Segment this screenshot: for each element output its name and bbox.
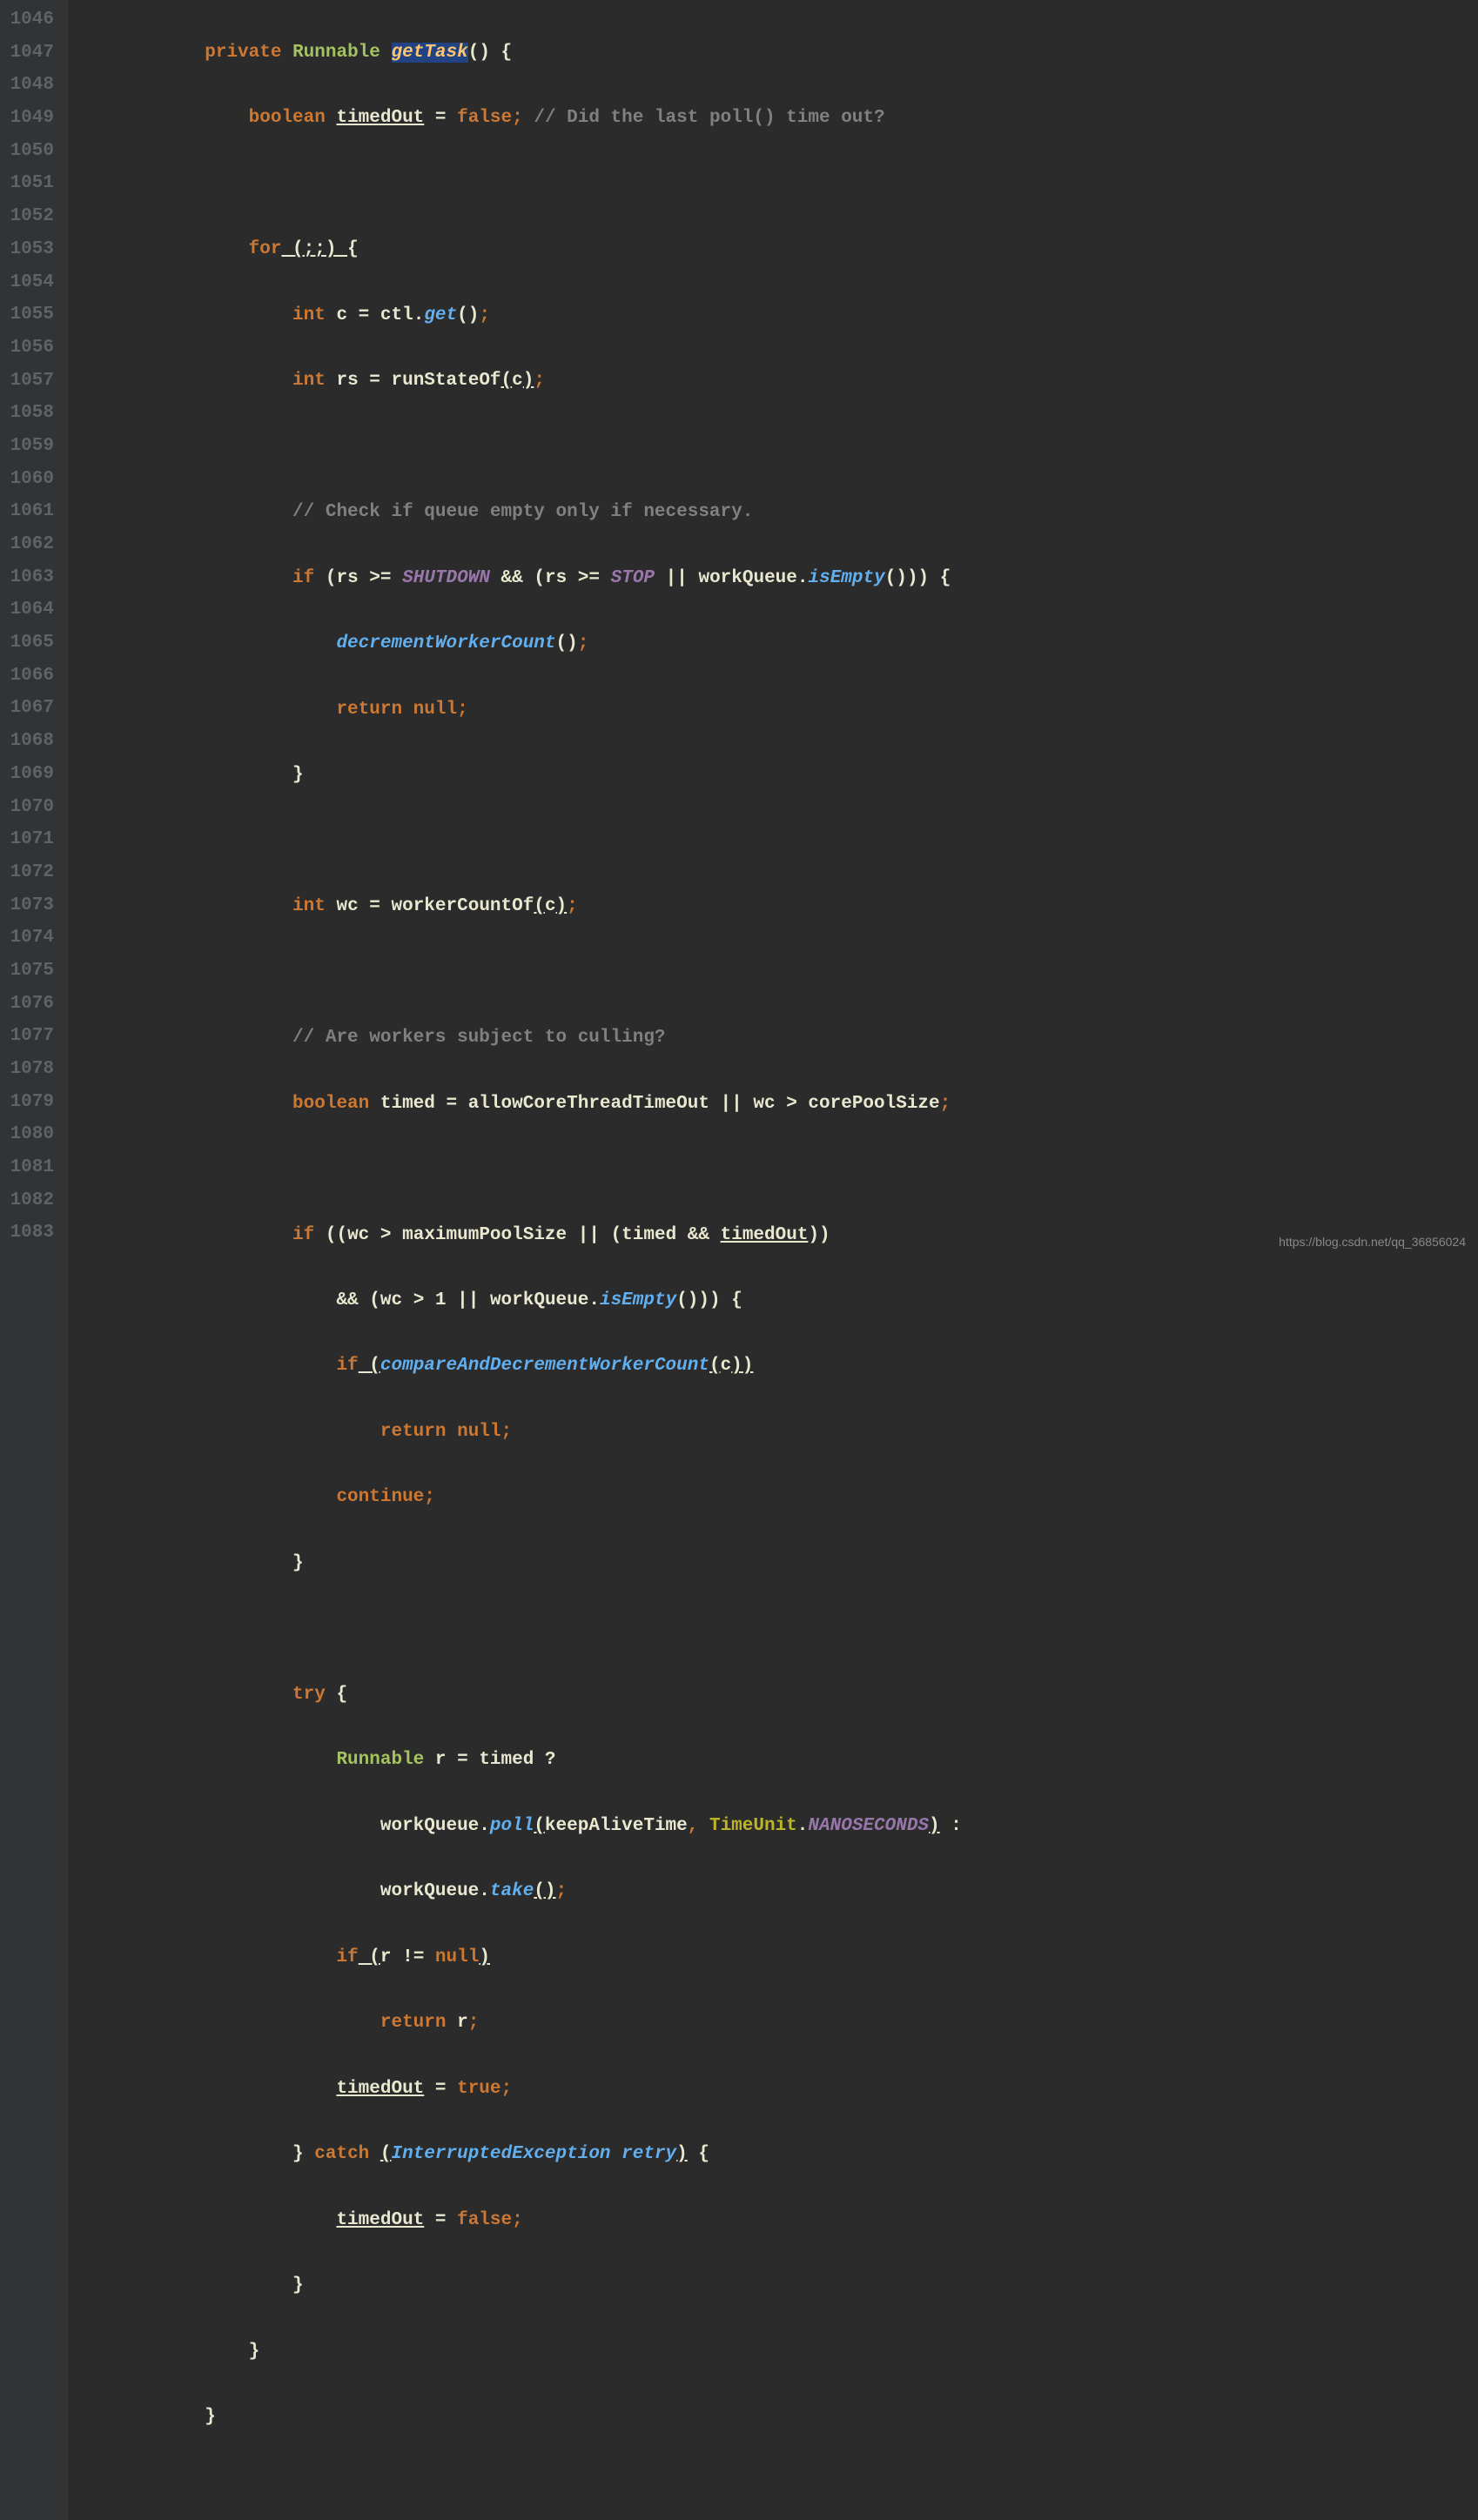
line-number: 1062 [7,528,54,561]
code-editor: 1046 1047 1048 1049 1050 1051 1052 1053 … [0,0,1478,2520]
code-line[interactable]: continue; [73,1481,1478,1514]
line-number: 1070 [7,791,54,824]
code-line[interactable]: if (r != null) [73,1941,1478,1974]
code-line[interactable]: for (;;) { [73,233,1478,266]
code-line[interactable] [73,431,1478,464]
code-line[interactable]: if (compareAndDecrementWorkerCount(c)) [73,1350,1478,1383]
line-number: 1064 [7,593,54,627]
line-number: 1052 [7,200,54,233]
code-line[interactable] [73,1612,1478,1645]
code-line[interactable]: boolean timedOut = false; // Did the las… [73,102,1478,135]
code-line[interactable]: try { [73,1679,1478,1712]
watermark: https://blog.csdn.net/qq_36856024 [1279,1231,1466,1253]
code-line[interactable]: workQueue.take(); [73,1875,1478,1908]
line-number: 1058 [7,397,54,430]
line-number: 1068 [7,725,54,758]
line-number: 1083 [7,1216,54,1250]
code-line[interactable]: Runnable r = timed ? [73,1744,1478,1777]
line-number: 1066 [7,660,54,693]
code-line[interactable]: } [73,2336,1478,2369]
line-number: 1055 [7,298,54,332]
code-line[interactable]: } [73,2269,1478,2302]
code-line[interactable]: int wc = workerCountOf(c); [73,890,1478,923]
line-number: 1074 [7,922,54,955]
code-line[interactable] [73,825,1478,858]
line-number: 1065 [7,627,54,660]
line-number: 1078 [7,1053,54,1086]
line-number: 1073 [7,889,54,922]
line-number: 1057 [7,365,54,398]
line-number: 1071 [7,823,54,856]
code-line[interactable]: decrementWorkerCount(); [73,627,1478,660]
code-line[interactable]: if (rs >= SHUTDOWN && (rs >= STOP || wor… [73,562,1478,595]
line-number: 1081 [7,1151,54,1184]
code-line[interactable]: timedOut = true; [73,2073,1478,2106]
line-number: 1076 [7,988,54,1021]
code-line[interactable]: int rs = runStateOf(c); [73,365,1478,398]
code-line[interactable]: int c = ctl.get(); [73,299,1478,332]
code-line[interactable]: timedOut = false; [73,2204,1478,2237]
line-number: 1059 [7,430,54,463]
line-number: 1080 [7,1118,54,1151]
line-number: 1069 [7,758,54,791]
line-number: 1079 [7,1086,54,1119]
line-number: 1082 [7,1184,54,1217]
line-number: 1063 [7,561,54,594]
code-line[interactable]: workQueue.poll(keepAliveTime, TimeUnit.N… [73,1810,1478,1843]
line-number: 1049 [7,102,54,135]
line-number-gutter: 1046 1047 1048 1049 1050 1051 1052 1053 … [0,0,68,2520]
line-number: 1048 [7,69,54,102]
code-line[interactable]: boolean timed = allowCoreThreadTimeOut |… [73,1088,1478,1121]
code-line[interactable]: } [73,2401,1478,2434]
code-line[interactable] [73,168,1478,201]
line-number: 1075 [7,955,54,988]
code-line[interactable]: // Are workers subject to culling? [73,1022,1478,1055]
code-line[interactable] [73,2467,1478,2500]
line-number: 1050 [7,135,54,168]
line-number: 1054 [7,266,54,299]
line-number: 1053 [7,233,54,266]
code-area[interactable]: private Runnable getTask() { boolean tim… [68,0,1478,2520]
line-number: 1072 [7,856,54,889]
line-number: 1047 [7,37,54,70]
code-line[interactable]: } [73,759,1478,792]
line-number: 1051 [7,167,54,200]
code-line[interactable]: return r; [73,2007,1478,2040]
line-number: 1060 [7,463,54,496]
line-number: 1077 [7,1020,54,1053]
code-line[interactable]: // Check if queue empty only if necessar… [73,496,1478,529]
code-line[interactable]: if ((wc > maximumPoolSize || (timed && t… [73,1219,1478,1252]
line-number: 1046 [7,3,54,37]
line-number: 1061 [7,495,54,528]
code-line[interactable]: return null; [73,694,1478,727]
code-line[interactable]: } [73,1547,1478,1580]
code-line[interactable] [73,956,1478,989]
line-number: 1067 [7,692,54,725]
code-line[interactable]: } catch (InterruptedException retry) { [73,2138,1478,2171]
code-line[interactable] [73,1153,1478,1186]
code-line[interactable]: && (wc > 1 || workQueue.isEmpty())) { [73,1284,1478,1317]
code-line[interactable]: return null; [73,1416,1478,1449]
line-number: 1056 [7,332,54,365]
code-line[interactable]: private Runnable getTask() { [73,37,1478,70]
